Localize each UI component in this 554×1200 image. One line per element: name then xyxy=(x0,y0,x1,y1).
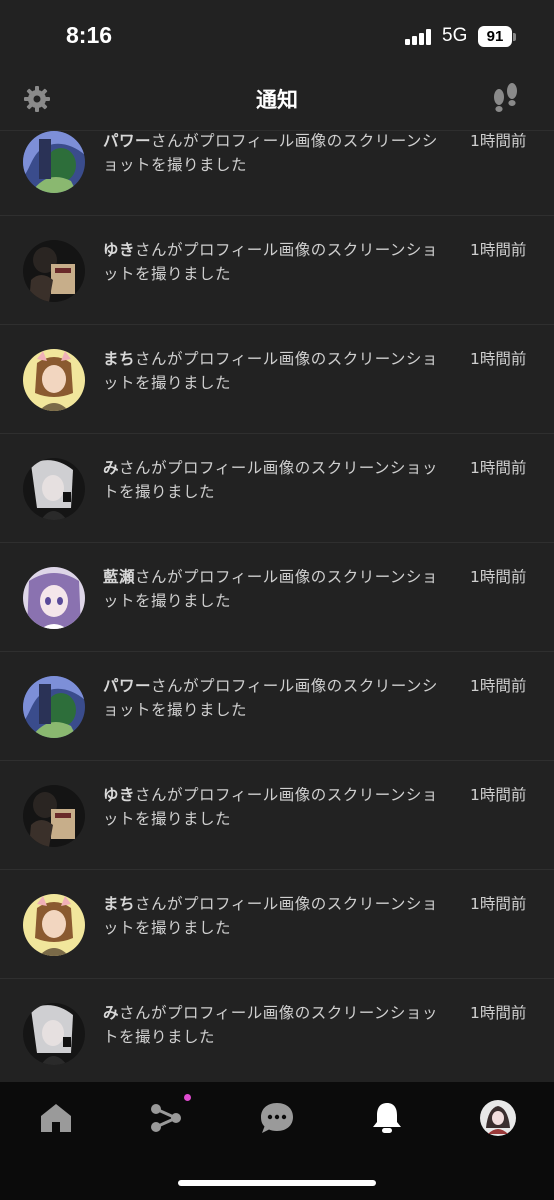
notification-time: 1時間前 xyxy=(470,677,527,695)
profile-avatar xyxy=(480,1100,516,1136)
user-avatar[interactable] xyxy=(23,1003,85,1065)
notification-message: みさんがプロフィール画像のスクリーンショットを撮りました xyxy=(103,1001,453,1049)
message-text: さんがプロフィール画像のスクリーンショットを撮りました xyxy=(103,132,438,174)
user-avatar[interactable] xyxy=(23,131,85,193)
notification-item[interactable]: みさんがプロフィール画像のスクリーンショットを撮りました 1時間前 xyxy=(0,979,554,1082)
notification-message: ゆきさんがプロフィール画像のスクリーンショットを撮りました xyxy=(103,783,453,831)
notification-message: パワーさんがプロフィール画像のスクリーンショットを撮りました xyxy=(103,674,453,722)
notification-list[interactable]: パワーさんがプロフィール画像のスクリーンショットを撮りました 1時間前 ゆきさん… xyxy=(0,107,554,1082)
notification-time: 1時間前 xyxy=(470,568,527,586)
message-text: さんがプロフィール画像のスクリーンショットを撮りました xyxy=(103,241,438,283)
notification-message: みさんがプロフィール画像のスクリーンショットを撮りました xyxy=(103,456,453,504)
notification-message: ゆきさんがプロフィール画像のスクリーンショットを撮りました xyxy=(103,238,453,286)
chat-bubble-icon xyxy=(261,1103,293,1133)
notification-time: 1時間前 xyxy=(470,241,527,259)
notification-item[interactable]: まちさんがプロフィール画像のスクリーンショットを撮りました 1時間前 xyxy=(0,870,554,979)
message-text: さんがプロフィール画像のスクリーンショットを撮りました xyxy=(103,568,438,610)
user-name: み xyxy=(103,1004,120,1022)
user-name: パワー xyxy=(103,132,152,150)
user-avatar[interactable] xyxy=(23,349,85,411)
tab-home[interactable] xyxy=(36,1098,76,1138)
home-indicator xyxy=(178,1180,376,1186)
status-time: 8:16 xyxy=(66,22,113,48)
notification-time: 1時間前 xyxy=(470,1004,527,1022)
user-name: ゆき xyxy=(103,241,136,259)
user-avatar[interactable] xyxy=(23,785,85,847)
bell-icon xyxy=(373,1103,401,1133)
user-avatar[interactable] xyxy=(23,240,85,302)
notification-time: 1時間前 xyxy=(470,350,527,368)
tab-discover[interactable] xyxy=(146,1098,186,1138)
message-text: さんがプロフィール画像のスクリーンショットを撮りました xyxy=(103,677,438,719)
message-text: さんがプロフィール画像のスクリーンショットを撮りました xyxy=(103,786,438,828)
user-name: まち xyxy=(103,350,136,368)
notification-message: パワーさんがプロフィール画像のスクリーンショットを撮りました xyxy=(103,129,453,177)
user-name: ゆき xyxy=(103,786,136,804)
notification-item[interactable]: パワーさんがプロフィール画像のスクリーンショットを撮りました 1時間前 xyxy=(0,652,554,761)
notification-item[interactable]: パワーさんがプロフィール画像のスクリーンショットを撮りました 1時間前 xyxy=(0,107,554,216)
tab-chat[interactable] xyxy=(257,1098,297,1138)
signal-strength-icon xyxy=(405,29,435,45)
notification-item[interactable]: みさんがプロフィール画像のスクリーンショットを撮りました 1時間前 xyxy=(0,434,554,543)
status-bar: 8:16 5G 91 xyxy=(0,0,554,74)
notification-item[interactable]: 藍瀬さんがプロフィール画像のスクリーンショットを撮りました 1時間前 xyxy=(0,543,554,652)
user-name: パワー xyxy=(103,677,152,695)
message-text: さんがプロフィール画像のスクリーンショットを撮りました xyxy=(103,1004,438,1046)
notification-message: まちさんがプロフィール画像のスクリーンショットを撮りました xyxy=(103,892,453,940)
notification-message: まちさんがプロフィール画像のスクリーンショットを撮りました xyxy=(103,347,453,395)
notification-time: 1時間前 xyxy=(470,786,527,804)
user-avatar[interactable] xyxy=(23,458,85,520)
notification-time: 1時間前 xyxy=(470,895,527,913)
network-type: 5G xyxy=(442,25,468,46)
share-network-icon xyxy=(151,1104,181,1132)
user-name: まち xyxy=(103,895,136,913)
battery-level: 91 xyxy=(478,26,512,47)
battery-tip xyxy=(513,33,516,41)
notification-item[interactable]: まちさんがプロフィール画像のスクリーンショットを撮りました 1時間前 xyxy=(0,325,554,434)
new-activity-badge xyxy=(184,1094,191,1101)
user-name: み xyxy=(103,459,120,477)
notification-message: 藍瀬さんがプロフィール画像のスクリーンショットを撮りました xyxy=(103,565,453,613)
notification-item[interactable]: ゆきさんがプロフィール画像のスクリーンショットを撮りました 1時間前 xyxy=(0,761,554,870)
message-text: さんがプロフィール画像のスクリーンショットを撮りました xyxy=(103,350,438,392)
notification-item[interactable]: ゆきさんがプロフィール画像のスクリーンショットを撮りました 1時間前 xyxy=(0,216,554,325)
user-name: 藍瀬 xyxy=(103,568,136,586)
user-avatar[interactable] xyxy=(23,567,85,629)
home-icon xyxy=(41,1104,71,1132)
message-text: さんがプロフィール画像のスクリーンショットを撮りました xyxy=(103,895,438,937)
tab-notifications[interactable] xyxy=(367,1098,407,1138)
notification-time: 1時間前 xyxy=(470,132,527,150)
user-avatar[interactable] xyxy=(23,676,85,738)
message-text: さんがプロフィール画像のスクリーンショットを撮りました xyxy=(103,459,438,501)
tab-profile[interactable] xyxy=(478,1098,518,1138)
user-avatar[interactable] xyxy=(23,894,85,956)
notification-time: 1時間前 xyxy=(470,459,527,477)
